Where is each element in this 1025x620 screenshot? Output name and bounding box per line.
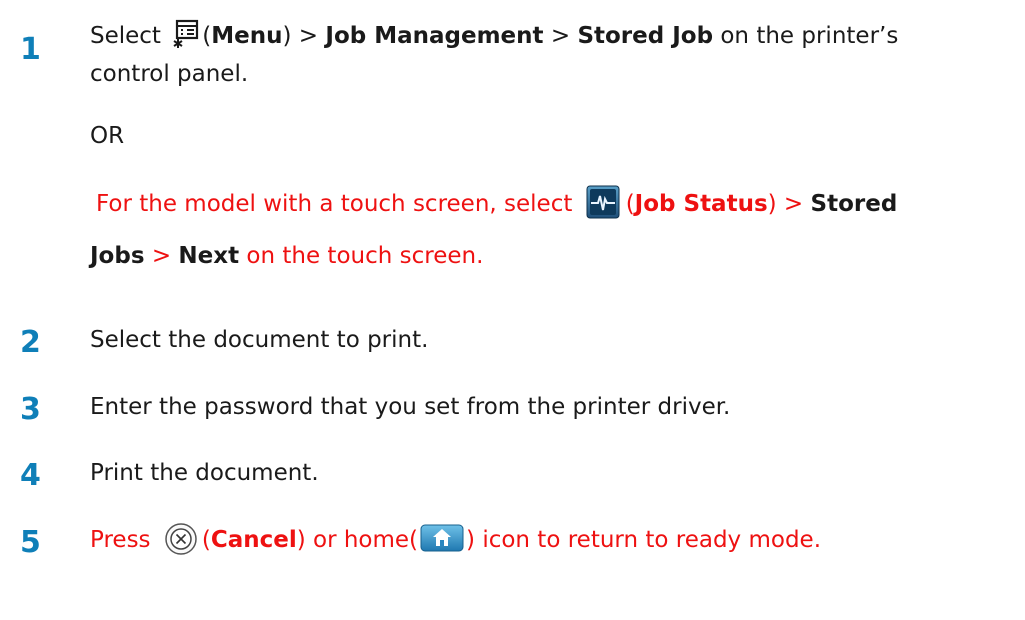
menu-label: Menu: [211, 23, 283, 49]
step-5-text: Press (Cancel) or home( ) icon to return…: [90, 522, 821, 558]
next-label: Next: [178, 243, 240, 269]
job-management-label: Job Management: [325, 23, 544, 49]
jobs-label: Jobs: [90, 243, 145, 269]
touch-screen-instruction: For the model with a touch screen, selec…: [96, 185, 898, 222]
step-1-line-2: control panel.: [90, 61, 249, 87]
cancel-label: Cancel: [210, 527, 297, 553]
step-number: 3: [20, 392, 41, 427]
step-4-text: Print the document.: [90, 460, 319, 486]
step-1-line-1: Select (Menu) > Job Management > Stored …: [90, 18, 898, 54]
step-2-text: Select the document to print.: [90, 327, 429, 353]
step-number: 2: [20, 325, 41, 360]
touch-screen-instruction-line-2: Jobs > Next on the touch screen.: [90, 243, 484, 269]
step-3-text: Enter the password that you set from the…: [90, 394, 731, 420]
home-icon: [420, 524, 464, 552]
menu-icon: [172, 19, 200, 49]
step-number: 1: [20, 32, 41, 67]
step-number: 5: [20, 525, 41, 560]
stored-job-label: Stored Job: [577, 23, 714, 49]
job-status-icon: [586, 185, 620, 219]
or-separator: OR: [90, 123, 125, 149]
stored-label: Stored: [810, 191, 898, 217]
step-number: 4: [20, 458, 41, 493]
cancel-icon: [164, 522, 198, 556]
job-status-label: Job Status: [634, 191, 768, 217]
